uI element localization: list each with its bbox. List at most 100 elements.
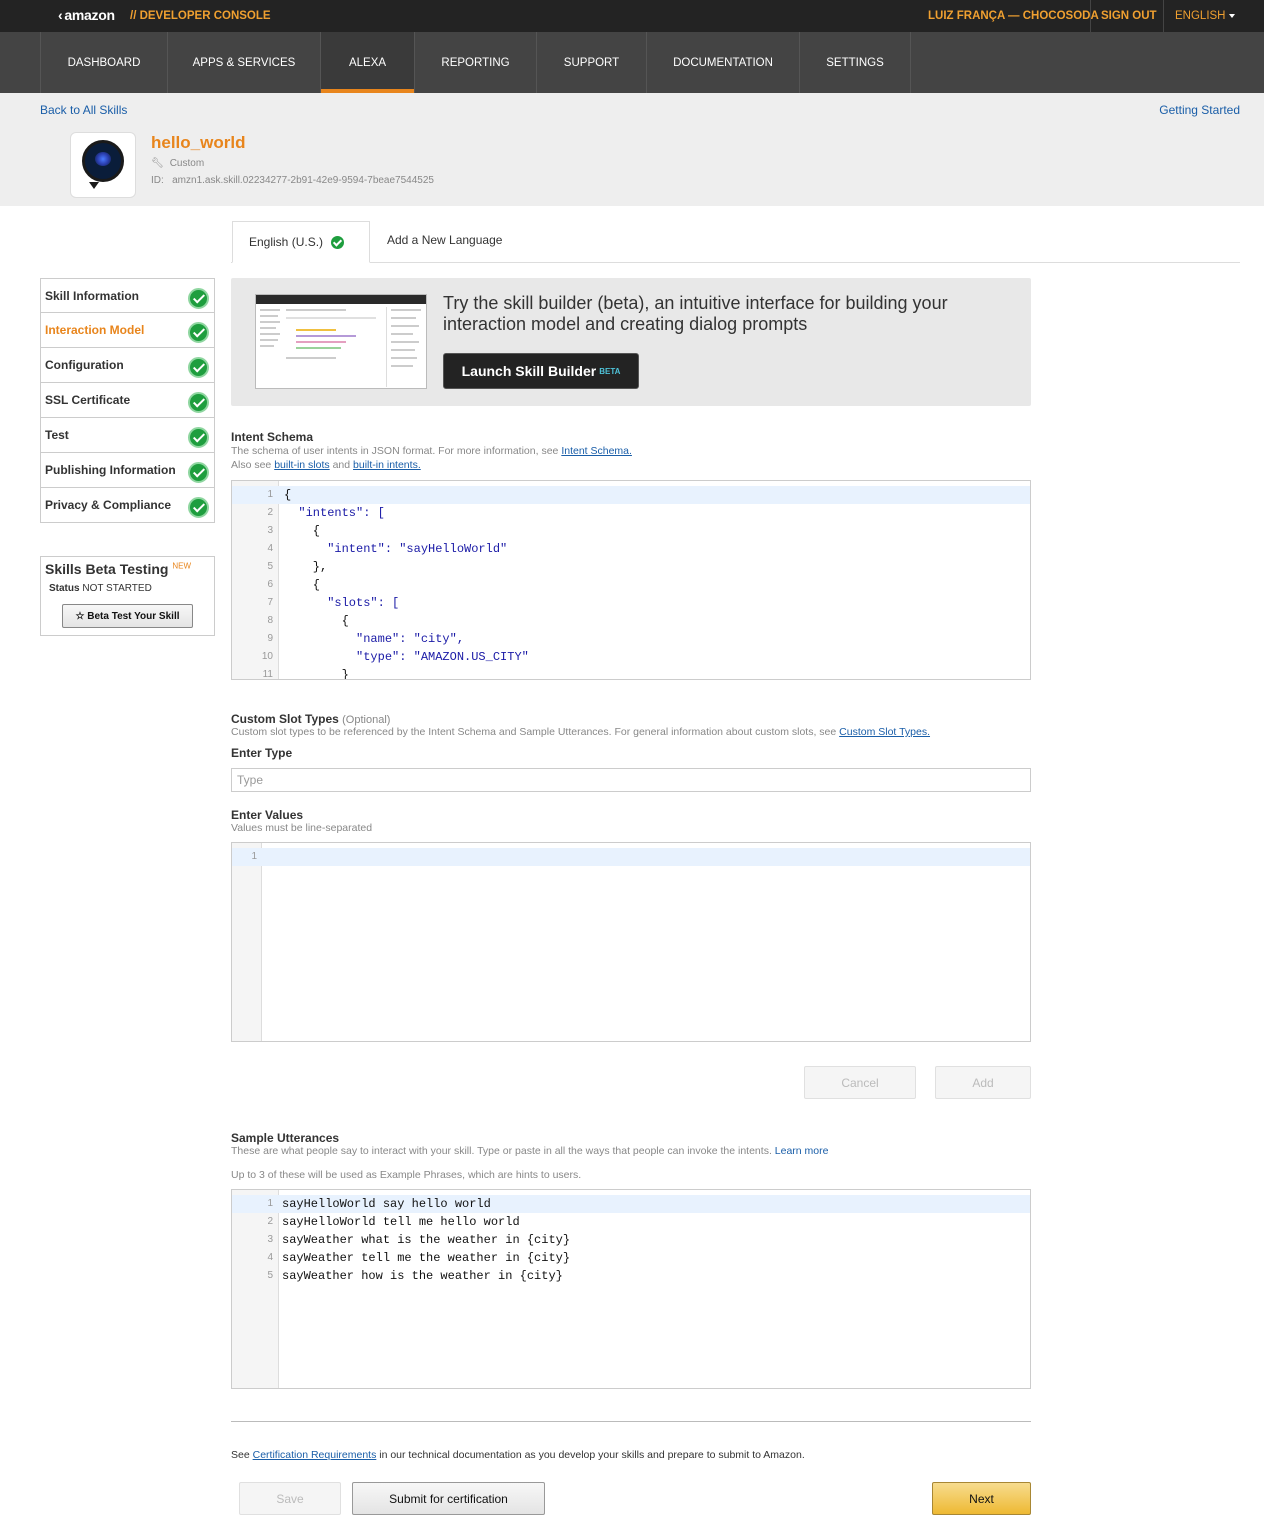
- language-selector[interactable]: ENGLISH: [1175, 0, 1235, 32]
- code-line: 5 },: [267, 560, 328, 574]
- code-line: 9 "name": "city",: [267, 632, 465, 646]
- code-line: 8 {: [267, 614, 349, 628]
- check-icon: [188, 322, 209, 343]
- certification-note: See Certification Requirements in our te…: [231, 1449, 805, 1461]
- enter-values-desc: Values must be line-separated: [231, 822, 373, 834]
- skill-name: hello_world: [151, 133, 246, 152]
- learn-more-link[interactable]: Learn more: [775, 1145, 829, 1157]
- tab-add-language[interactable]: Add a New Language: [387, 233, 502, 247]
- intent-schema-link[interactable]: Intent Schema.: [561, 445, 632, 457]
- cancel-button[interactable]: Cancel: [804, 1066, 916, 1099]
- beta-testing-title: Skills Beta Testing NEW: [45, 561, 192, 577]
- nav-support[interactable]: SUPPORT: [536, 32, 646, 93]
- sample-utterances-editor[interactable]: 1 sayHelloWorld say hello world 2 sayHello…: [231, 1189, 1031, 1389]
- submit-for-certification-button[interactable]: Submit for certification: [352, 1482, 545, 1515]
- chevron-left-icon: ‹: [58, 7, 63, 23]
- new-badge: NEW: [172, 561, 192, 571]
- caret-down-icon: [1228, 14, 1235, 18]
- intent-schema-title: Intent Schema: [231, 430, 314, 444]
- check-icon: [188, 357, 209, 378]
- skill-builder-promo: Try the skill builder (beta), an intuiti…: [231, 278, 1031, 406]
- sidebar-item-publishing-information[interactable]: Publishing Information: [40, 453, 215, 488]
- code-line: 4 "intent": "sayHelloWorld": [267, 542, 508, 556]
- amazon-logo[interactable]: ‹ amazon: [58, 7, 115, 23]
- line-number-gutter: [232, 843, 262, 1041]
- sample-utterances-note: Up to 3 of these will be used as Example…: [231, 1169, 582, 1181]
- skill-steps-sidebar: Skill Information Interaction Model Conf…: [40, 278, 215, 523]
- beta-status: Status NOT STARTED: [49, 583, 152, 594]
- tab-english-us[interactable]: English (U.S.): [232, 221, 370, 263]
- sidebar-item-privacy-compliance[interactable]: Privacy & Compliance: [40, 488, 215, 523]
- check-icon: [188, 427, 209, 448]
- beta-test-button[interactable]: ☆ Beta Test Your Skill: [62, 604, 193, 628]
- skill-icon-frame: [70, 132, 136, 198]
- launch-skill-builder-button[interactable]: Launch Skill Builder BETA: [443, 353, 639, 389]
- sidebar-item-interaction-model[interactable]: Interaction Model: [40, 313, 215, 348]
- check-icon: [188, 392, 209, 413]
- sidebar-item-test[interactable]: Test: [40, 418, 215, 453]
- skill-type: 🔧︎ Custom: [151, 158, 205, 169]
- built-in-slots-link[interactable]: built-in slots: [274, 459, 329, 471]
- sample-utterances-desc: These are what people say to interact wi…: [231, 1145, 829, 1157]
- nav-documentation[interactable]: DOCUMENTATION: [646, 32, 799, 93]
- save-button[interactable]: Save: [239, 1482, 341, 1515]
- skill-id: ID: amzn1.ask.skill.02234277-2b91-42e9-9…: [151, 175, 434, 186]
- nav-reporting[interactable]: REPORTING: [414, 32, 536, 93]
- check-icon: [188, 497, 209, 518]
- code-line: 1{: [232, 486, 1030, 504]
- code-line: 11 }: [262, 668, 349, 680]
- nav-apps-services[interactable]: APPS & SERVICES: [167, 32, 320, 93]
- skill-avatar-icon: [82, 140, 124, 182]
- intent-schema-also: Also see built-in slots and built-in int…: [231, 459, 421, 471]
- intent-schema-editor[interactable]: 1{ 2 "intents": [ 3 { 4 "intent": "sayHe…: [231, 480, 1031, 680]
- sidebar-item-configuration[interactable]: Configuration: [40, 348, 215, 383]
- built-in-intents-link[interactable]: built-in intents.: [353, 459, 421, 471]
- skill-header: Back to All Skills Getting Started hello…: [0, 93, 1264, 206]
- code-line: 7 "slots": [: [267, 596, 400, 610]
- back-to-skills-link[interactable]: Back to All Skills: [40, 103, 127, 117]
- beta-badge: BETA: [599, 366, 621, 376]
- sample-utterances-title: Sample Utterances: [231, 1131, 340, 1145]
- custom-slot-types-title: Custom Slot Types (Optional): [231, 712, 391, 726]
- slot-type-input[interactable]: Type: [231, 768, 1031, 792]
- top-bar: ‹ amazon // DEVELOPER CONSOLE LUIZ FRANÇA…: [0, 0, 1264, 32]
- sidebar-item-ssl-certificate[interactable]: SSL Certificate: [40, 383, 215, 418]
- divider: [1163, 0, 1164, 32]
- nav-alexa[interactable]: ALEXA: [320, 32, 414, 93]
- custom-slot-types-link[interactable]: Custom Slot Types.: [839, 726, 930, 738]
- certification-requirements-link[interactable]: Certification Requirements: [253, 1449, 377, 1461]
- code-line: 6 {: [267, 578, 321, 592]
- beta-testing-panel: Skills Beta Testing NEW Status NOT START…: [40, 556, 215, 636]
- developer-console-label: // DEVELOPER CONSOLE: [130, 10, 271, 22]
- check-icon: [188, 462, 209, 483]
- getting-started-link[interactable]: Getting Started: [1159, 103, 1240, 117]
- wrench-icon: 🔧︎: [151, 158, 164, 169]
- skill-builder-preview-image: [255, 294, 427, 389]
- nav-dashboard[interactable]: DASHBOARD: [40, 32, 167, 93]
- user-name[interactable]: LUIZ FRANÇA — CHOCOSODA: [928, 0, 1099, 32]
- next-button[interactable]: Next: [932, 1482, 1031, 1515]
- check-icon: [331, 235, 345, 249]
- add-button[interactable]: Add: [935, 1066, 1031, 1099]
- skill-builder-promo-text: Try the skill builder (beta), an intuiti…: [443, 293, 948, 334]
- code-line: 4 sayWeather tell me the weather in {city…: [267, 1251, 571, 1265]
- code-line: 1 sayHelloWorld say hello world: [232, 1195, 1030, 1213]
- custom-slot-types-desc: Custom slot types to be referenced by th…: [231, 726, 931, 738]
- speech-bubble-tail: [89, 182, 99, 189]
- code-line: 10 "type": "AMAZON.US_CITY": [261, 650, 529, 664]
- nav-settings[interactable]: SETTINGS: [799, 32, 910, 93]
- slot-values-editor[interactable]: 1: [231, 842, 1031, 1042]
- code-line: 3 {: [267, 524, 321, 538]
- check-icon: [188, 288, 209, 309]
- enter-type-label: Enter Type: [231, 746, 293, 760]
- enter-values-label: Enter Values: [231, 808, 304, 822]
- code-line: 2 sayHelloWorld tell me hello world: [267, 1215, 520, 1229]
- code-line: 1: [232, 848, 1030, 866]
- code-line: 3 sayWeather what is the weather in {city…: [267, 1233, 571, 1247]
- sidebar-item-skill-information[interactable]: Skill Information: [40, 278, 215, 313]
- intent-schema-desc: The schema of user intents in JSON forma…: [231, 445, 632, 457]
- sign-out-link[interactable]: SIGN OUT: [1101, 0, 1157, 32]
- code-line: 5 sayWeather how is the weather in {city}: [267, 1269, 563, 1283]
- divider: [1090, 0, 1091, 32]
- code-line: 2 "intents": [: [267, 506, 385, 520]
